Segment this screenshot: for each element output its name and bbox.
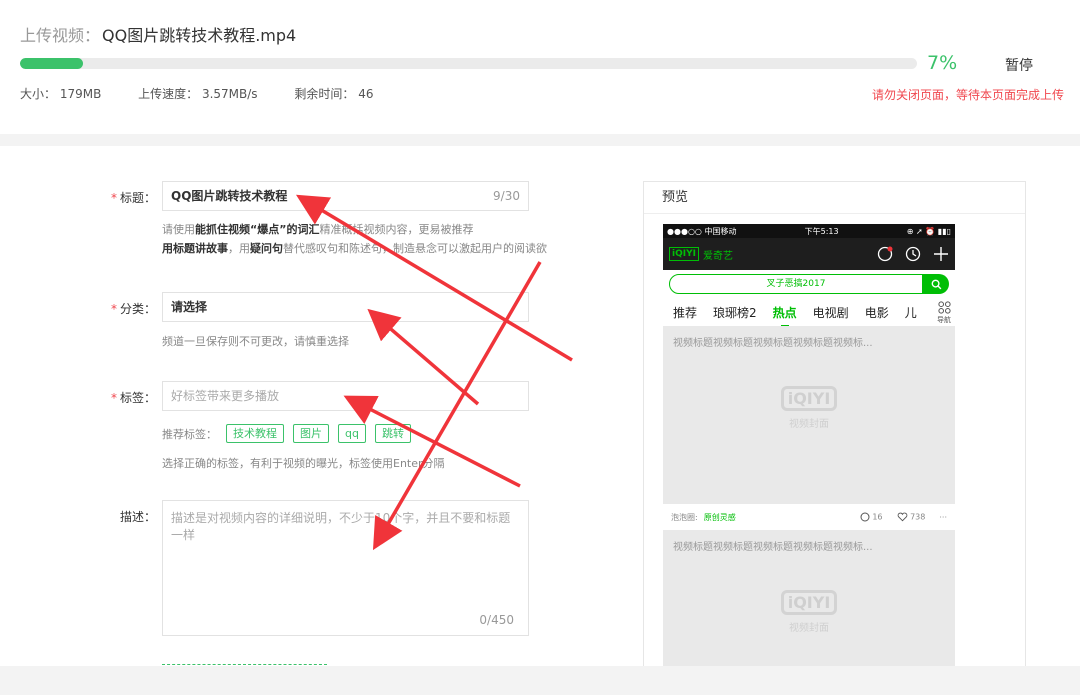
tags-hint: 选择正确的标签，有利于视频的曝光，标签使用Enter分隔 bbox=[162, 457, 445, 470]
phone-tab: 儿 bbox=[904, 305, 917, 320]
cover-logo: iQIYI bbox=[780, 590, 838, 615]
app-name: 爱奇艺 bbox=[702, 250, 733, 262]
status-time: 下午5:13 bbox=[804, 226, 839, 236]
title-input-value: QQ图片跳转技术教程 bbox=[171, 189, 288, 203]
suggested-tags: 推荐标签： 技术教程 图片 qq 跳转 bbox=[162, 424, 411, 443]
video-card-title: 视频标题视频标题视频标题视频标题视频标... bbox=[673, 542, 873, 553]
video-card: 视频标题视频标题视频标题视频标题视频标... iQIYI 视频封面 bbox=[663, 530, 955, 674]
video-info-form: * 标题： QQ图片跳转技术教程 9/30 请使用能抓住视频“爆点”的词汇精准概括… bbox=[0, 146, 1080, 674]
upload-progress-percent: 7% bbox=[927, 52, 958, 74]
status-icons: ⊕ ➚ ⏰ ▮▮▯ bbox=[906, 226, 951, 236]
category-hint: 频道一旦保存则不可更改，请慎重选择 bbox=[162, 335, 349, 348]
phone-tab: 琅琊榜2 bbox=[713, 305, 757, 320]
nav-icon: 导航 bbox=[937, 301, 951, 324]
title-label: * 标题： bbox=[110, 191, 156, 205]
phone-search-box: 叉子恶搞2017 bbox=[669, 274, 923, 294]
phone-status-bar: ●●●○○ 中国移动 下午5:13 ⊕ ➚ ⏰ ▮▮▯ bbox=[663, 224, 955, 238]
suggested-tag[interactable]: 跳转 bbox=[374, 424, 411, 443]
phone-tab: 推荐 bbox=[673, 305, 698, 320]
upload-panel: 上传视频： QQ图片跳转技术教程.mp4 7% 暂停 大小： 179MB 上传速度… bbox=[0, 0, 1080, 134]
video-cover: iQIYI 视频封面 bbox=[663, 590, 955, 634]
more-icon: ··· bbox=[939, 512, 947, 522]
category-label: * 分类： bbox=[110, 302, 156, 316]
video-card-meta: 泡泡圈: 原创灵感 16 738 ··· bbox=[663, 504, 955, 530]
plus-icon bbox=[934, 247, 948, 261]
upload-filename: QQ图片跳转技术教程.mp4 bbox=[102, 26, 297, 45]
suggested-tag[interactable]: 图片 bbox=[293, 424, 329, 443]
cover-text: 视频封面 bbox=[789, 419, 829, 430]
cover-text: 视频封面 bbox=[789, 623, 829, 634]
comment-icon bbox=[860, 512, 870, 522]
tags-input-placeholder: 好标签带来更多播放 bbox=[171, 389, 280, 403]
iqiyi-logo: iQIYI bbox=[669, 247, 699, 261]
app-header: iQIYI 爱奇艺 bbox=[663, 238, 955, 270]
phone-tab: 电视剧 bbox=[812, 305, 849, 320]
phone-tab: 电影 bbox=[864, 305, 889, 320]
upload-size: 大小： 179MB bbox=[20, 87, 102, 101]
upload-progress-bar bbox=[20, 58, 917, 69]
meta-source-value: 原创灵感 bbox=[703, 512, 736, 522]
description-placeholder: 描述是对视频内容的详细说明，不少于10个字，并且不要和标题一样 bbox=[171, 511, 511, 542]
description-char-count: 0/450 bbox=[479, 613, 514, 627]
description-textarea[interactable]: 描述是对视频内容的详细说明，不少于10个字，并且不要和标题一样 0/450 bbox=[162, 500, 529, 636]
upload-progress-fill bbox=[20, 58, 83, 69]
history-icon bbox=[905, 246, 921, 262]
category-select[interactable]: 请选择 bbox=[162, 292, 529, 322]
search-icon bbox=[923, 274, 949, 294]
description-label: 描述： bbox=[119, 510, 156, 524]
title-input[interactable]: QQ图片跳转技术教程 9/30 bbox=[162, 181, 529, 211]
video-card: 视频标题视频标题视频标题视频标题视频标... iQIYI 视频封面 bbox=[663, 326, 955, 504]
title-char-count: 9/30 bbox=[493, 189, 520, 203]
preview-title: 预览 bbox=[644, 182, 1025, 214]
tags-label: * 标签： bbox=[110, 391, 156, 405]
video-card-title: 视频标题视频标题视频标题视频标题视频标... bbox=[673, 338, 873, 349]
suggested-tag[interactable]: 技术教程 bbox=[226, 424, 284, 443]
carrier-text: ●●●○○ 中国移动 bbox=[667, 226, 737, 236]
title-hint: 请使用能抓住视频“爆点”的词汇精准概括视频内容，更易被推荐 用标题讲故事，用疑问… bbox=[162, 223, 547, 255]
upload-heading: 上传视频： QQ图片跳转技术教程.mp4 bbox=[20, 22, 296, 46]
preview-panel: 预览 ●●●○○ 中国移动 下午5:13 ⊕ ➚ ⏰ ▮▮▯ iQIYI 爱奇艺… bbox=[643, 181, 1026, 674]
pause-button[interactable]: 暂停 bbox=[1005, 55, 1033, 75]
page-bottom bbox=[0, 666, 1080, 695]
upload-remaining: 剩余时间： 46 bbox=[294, 87, 374, 101]
cover-logo: iQIYI bbox=[780, 386, 838, 411]
message-icon bbox=[877, 246, 893, 262]
meta-source-label: 泡泡圈: bbox=[671, 512, 698, 522]
suggested-tag[interactable]: qq bbox=[338, 424, 366, 443]
like-count: 738 bbox=[897, 512, 925, 522]
comment-count: 16 bbox=[860, 512, 883, 522]
upload-warning: 请勿关闭页面，等待本页面完成上传 bbox=[871, 88, 1064, 102]
suggested-tags-label: 推荐标签： bbox=[162, 427, 217, 441]
phone-tabs: 推荐 琅琊榜2 热点 电视剧 电影 儿 导航 bbox=[663, 298, 955, 327]
video-cover: iQIYI 视频封面 bbox=[663, 386, 955, 430]
upload-label: 上传视频： bbox=[20, 26, 101, 45]
category-select-value: 请选择 bbox=[171, 300, 208, 314]
nav-label: 导航 bbox=[937, 316, 951, 324]
upload-speed: 上传速度： 3.57MB/s bbox=[138, 87, 258, 101]
heart-icon bbox=[897, 512, 907, 522]
phone-search-row: 叉子恶搞2017 bbox=[663, 270, 955, 298]
phone-preview: ●●●○○ 中国移动 下午5:13 ⊕ ➚ ⏰ ▮▮▯ iQIYI 爱奇艺 叉子… bbox=[663, 224, 955, 674]
phone-tab-active: 热点 bbox=[772, 305, 797, 327]
tags-input[interactable]: 好标签带来更多播放 bbox=[162, 381, 529, 411]
upload-stats: 大小： 179MB 上传速度： 3.57MB/s 剩余时间： 46 bbox=[20, 85, 406, 102]
